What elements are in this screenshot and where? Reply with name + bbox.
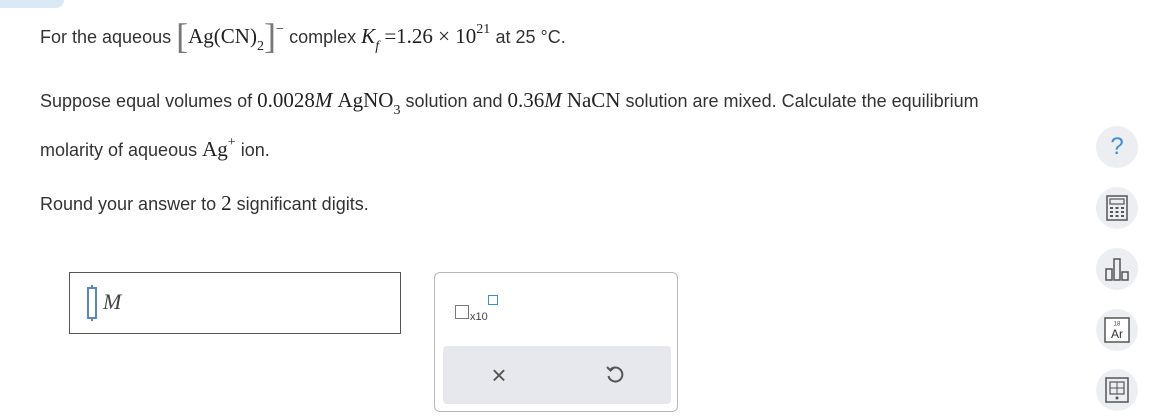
x10-label: x10: [470, 311, 488, 323]
reference-data-icon: [1105, 377, 1129, 403]
periodic-table-button[interactable]: 18 Ar: [1096, 309, 1138, 351]
question-line-target: molarity of aqueous Ag+ ion.: [40, 135, 270, 161]
question-line-rounding: Round your answer to 2 significant digit…: [40, 191, 369, 215]
svg-text:Ar: Ar: [1111, 327, 1123, 341]
kf-suffix-text: at 25 °C.: [495, 27, 566, 47]
answer-cursor-placeholder[interactable]: [87, 285, 97, 321]
question-line-kf: For the aqueous [Ag(CN)2]− complex Kf =1…: [40, 16, 566, 56]
periodic-table-icon: 18 Ar: [1104, 317, 1130, 343]
calculator-icon: [1106, 195, 1128, 221]
clear-button[interactable]: ×: [459, 346, 539, 404]
ag-ion-formula: Ag+: [202, 135, 236, 161]
graph-button[interactable]: [1096, 248, 1138, 290]
undo-button[interactable]: [575, 346, 655, 404]
math-tool-panel: x10 ×: [434, 272, 678, 412]
significant-digits-count: 2: [221, 191, 232, 215]
calculator-button[interactable]: [1096, 187, 1138, 229]
question-line-mixing: Suppose equal volumes of 0.0028M AgNO3 s…: [40, 88, 979, 118]
agno3-concentration: 0.0028M: [257, 88, 333, 112]
close-icon: ×: [491, 359, 507, 390]
undo-icon: [606, 366, 624, 383]
complex-formula: [Ag(CN)2]−: [176, 16, 284, 56]
help-button[interactable]: ?: [1096, 126, 1138, 168]
nacn-formula: NaCN: [566, 88, 621, 112]
answer-unit-label: M: [103, 289, 122, 314]
question-mark-icon: ?: [1110, 133, 1124, 160]
scientific-notation-button[interactable]: x10: [455, 295, 505, 325]
tool-button-row: ×: [443, 346, 671, 404]
answer-input[interactable]: M: [69, 272, 401, 334]
kf-prefix-text: For the aqueous: [40, 27, 172, 47]
reference-data-button[interactable]: [1096, 369, 1138, 411]
kf-expression: Kf =1.26 × 1021: [361, 22, 491, 54]
bar-chart-icon: [1105, 258, 1129, 281]
kf-middle-text: complex: [289, 27, 357, 47]
agno3-formula: AgNO3: [337, 88, 401, 118]
top-tab[interactable]: [0, 0, 64, 8]
nacn-concentration: 0.36M: [507, 88, 562, 112]
exponent-box-icon: [488, 295, 498, 305]
mantissa-box-icon: [455, 305, 469, 319]
